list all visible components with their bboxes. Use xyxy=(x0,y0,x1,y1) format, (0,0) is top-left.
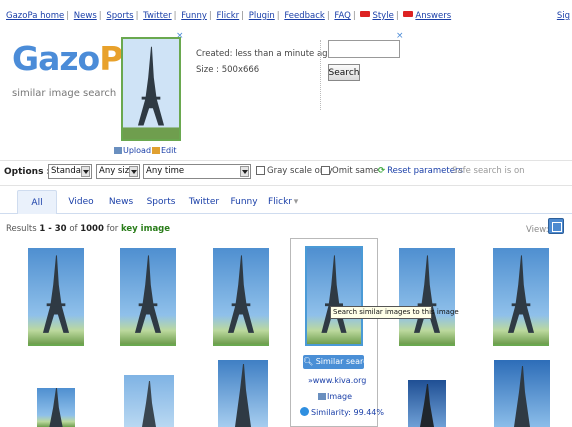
nav-news[interactable]: News xyxy=(74,11,97,21)
source-site-label: www.kiva.org xyxy=(312,376,367,385)
tab-sports[interactable]: Sports xyxy=(145,190,177,214)
results-keyword: key image xyxy=(120,224,171,234)
similarity-dot-icon xyxy=(300,407,309,416)
result-image[interactable] xyxy=(399,248,455,346)
nav-home[interactable]: GazoPa home xyxy=(6,11,64,21)
eiffel-tower-icon xyxy=(42,255,70,333)
results-total: 1000 xyxy=(80,224,104,234)
chevron-down-icon xyxy=(81,166,90,177)
upload-label: Upload xyxy=(123,146,152,155)
result-image[interactable] xyxy=(213,248,269,346)
grid-view-icon[interactable] xyxy=(548,218,564,234)
tab-flickr[interactable]: Flickr xyxy=(267,190,293,214)
eiffel-tower-icon xyxy=(227,255,255,333)
tooltip: Search similar images to this image xyxy=(330,306,459,319)
size-select[interactable]: Any size xyxy=(96,164,140,179)
image-link[interactable]: Image xyxy=(318,392,352,401)
result-image[interactable] xyxy=(120,248,176,346)
result-image[interactable] xyxy=(494,360,550,427)
new-badge-icon xyxy=(403,11,414,17)
nav-signin[interactable]: Sig xyxy=(557,11,570,21)
eiffel-tower-icon xyxy=(413,255,441,333)
result-image[interactable] xyxy=(218,360,268,427)
grayscale-checkbox[interactable] xyxy=(256,166,265,175)
options-label: Options : xyxy=(4,167,51,177)
image-icon xyxy=(318,393,326,400)
edit-link[interactable]: Edit xyxy=(152,146,177,155)
tab-funny[interactable]: Funny xyxy=(230,190,258,214)
nav-feedback[interactable]: Feedback xyxy=(284,11,324,21)
divider xyxy=(320,40,321,110)
nav-twitter[interactable]: Twitter xyxy=(143,11,172,21)
time-select[interactable]: Any time xyxy=(143,164,251,179)
tab-twitter[interactable]: Twitter xyxy=(187,190,221,214)
gazopa-logo[interactable]: GazoPaβ similar image search xyxy=(12,39,150,102)
eiffel-tower-icon xyxy=(507,255,535,333)
new-badge-icon xyxy=(360,11,371,17)
safe-search-status: Safe search is on xyxy=(452,166,525,176)
omit-same-checkbox[interactable] xyxy=(321,166,330,175)
mode-select[interactable]: Standard xyxy=(48,164,92,179)
nav-flickr[interactable]: Flickr xyxy=(216,11,239,21)
logo-gazo: Gazo xyxy=(12,39,100,78)
result-image[interactable] xyxy=(37,388,75,427)
logo-tagline: similar image search xyxy=(12,88,117,99)
eiffel-tower-icon xyxy=(420,384,434,427)
chevron-down-icon[interactable]: ▾ xyxy=(292,190,300,214)
results-of: of xyxy=(69,224,78,234)
search-icon: 🔍︎ xyxy=(303,357,314,366)
tab-video[interactable]: Video xyxy=(67,190,95,214)
created-text: Created: less than a minute ago xyxy=(196,49,333,59)
reset-parameters-link[interactable]: ⟳ Reset parameters xyxy=(378,166,463,176)
top-nav: GazoPa home | News | Sports | Twitter | Funn… xyxy=(6,11,452,21)
eiffel-tower-icon xyxy=(134,255,162,333)
results-summary: Results 1 - 30 of 1000 for key image xyxy=(6,224,170,234)
results-for: for xyxy=(106,224,119,234)
eiffel-tower-icon xyxy=(142,381,156,427)
eiffel-tower-icon xyxy=(321,255,347,333)
time-value: Any time xyxy=(146,166,185,176)
nav-style[interactable]: Style xyxy=(372,11,393,21)
similarity-label: Similarity: 99.44% xyxy=(311,408,384,417)
results-range: 1 - 30 xyxy=(39,224,67,234)
results-prefix: Results xyxy=(6,224,37,234)
chevron-down-icon xyxy=(129,166,138,177)
reset-icon: ⟳ xyxy=(378,166,386,176)
result-image[interactable] xyxy=(124,375,174,427)
size-text: Size : 500x666 xyxy=(196,65,260,75)
tab-all[interactable]: All xyxy=(17,190,57,214)
result-image[interactable] xyxy=(408,380,446,427)
edit-label: Edit xyxy=(161,146,177,155)
search-input[interactable] xyxy=(328,40,400,58)
upload-link[interactable]: Upload xyxy=(114,146,151,155)
similarity-score: Similarity: 99.44% xyxy=(300,407,384,417)
nav-sports[interactable]: Sports xyxy=(106,11,133,21)
view-label: View: xyxy=(526,225,549,235)
nav-faq[interactable]: FAQ xyxy=(334,11,350,21)
similar-search-button[interactable]: 🔍︎ Similar search xyxy=(303,355,373,369)
nav-answers[interactable]: Answers xyxy=(415,11,451,21)
hover-result-image[interactable] xyxy=(305,246,363,346)
similar-search-label: Similar search xyxy=(315,357,373,366)
upload-icon xyxy=(114,147,122,154)
search-button[interactable]: Search xyxy=(328,64,360,81)
nav-funny[interactable]: Funny xyxy=(181,11,207,21)
image-link-label: Image xyxy=(327,392,353,401)
chevron-down-icon xyxy=(240,166,249,177)
result-image[interactable] xyxy=(28,248,84,346)
source-site-link[interactable]: »www.kiva.org xyxy=(308,376,366,385)
result-image[interactable] xyxy=(493,248,549,346)
nav-plugin[interactable]: Plugin xyxy=(249,11,275,21)
query-image xyxy=(121,37,181,141)
pencil-icon xyxy=(152,147,160,154)
eiffel-tower-icon xyxy=(514,366,530,427)
tab-news[interactable]: News xyxy=(108,190,134,214)
omit-same-label: Omit same xyxy=(332,166,379,176)
eiffel-tower-icon xyxy=(49,388,63,427)
eiffel-tower-icon xyxy=(235,364,251,427)
eiffel-tower-icon xyxy=(123,46,179,139)
